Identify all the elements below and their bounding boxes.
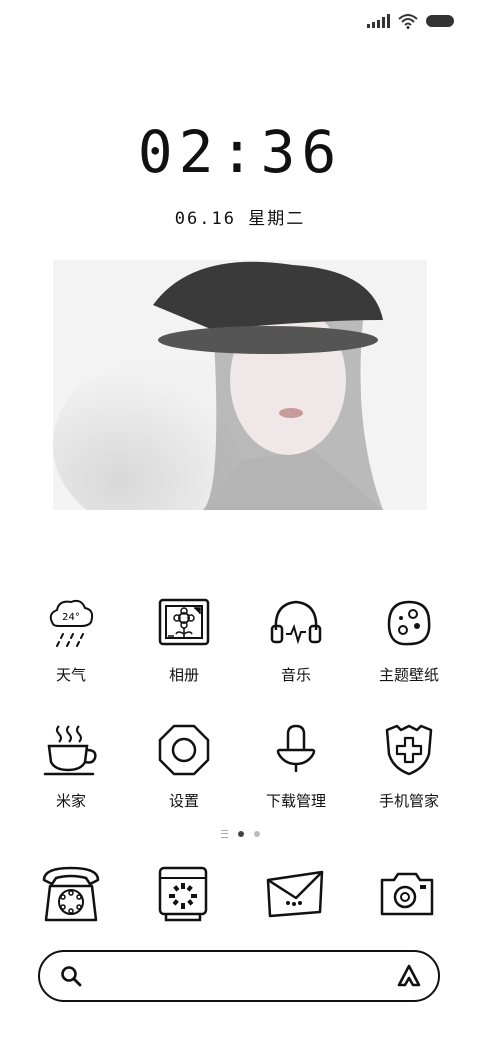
- app-settings[interactable]: 设置: [128, 720, 240, 811]
- page-dot[interactable]: [253, 831, 260, 837]
- app-label: 音乐: [280, 667, 311, 684]
- app-label: 相册: [168, 667, 199, 684]
- dock-messages[interactable]: [260, 862, 330, 928]
- app-music[interactable]: 音乐: [240, 594, 352, 685]
- assistant-icon[interactable]: [396, 963, 422, 989]
- settings-icon: [158, 724, 210, 776]
- gallery-icon: [158, 598, 210, 646]
- svg-text:24°: 24°: [62, 612, 80, 623]
- dock-camera[interactable]: [372, 862, 442, 928]
- music-icon: [270, 600, 322, 645]
- app-themes[interactable]: 主题壁纸: [353, 594, 465, 685]
- app-label: 天气: [55, 667, 86, 684]
- app-label: 下载管理: [265, 793, 326, 810]
- app-weather[interactable]: 24° 天气: [15, 594, 127, 685]
- app-security[interactable]: 手机管家: [353, 720, 465, 811]
- download-icon: [276, 724, 316, 772]
- page-indicator[interactable]: [0, 830, 480, 838]
- browser-icon: [158, 866, 208, 922]
- messages-icon: [266, 870, 324, 918]
- status-bar: [367, 10, 454, 32]
- search-input[interactable]: [110, 964, 394, 990]
- dock-phone[interactable]: [36, 862, 106, 928]
- search-bar[interactable]: [38, 950, 440, 1002]
- page-dot-active[interactable]: [237, 831, 244, 837]
- clock-time: 02:36: [137, 118, 343, 186]
- portrait-photo[interactable]: [53, 260, 427, 510]
- wifi-icon: [398, 14, 418, 29]
- security-icon: [385, 724, 433, 776]
- battery-icon: [426, 15, 454, 27]
- signal-icon: [367, 14, 390, 28]
- search-icon[interactable]: [60, 965, 82, 987]
- clock-date: 06.16 星期二: [174, 209, 306, 229]
- app-mijia[interactable]: 米家: [15, 720, 127, 811]
- weather-icon: 24°: [49, 599, 94, 647]
- phone-icon: [42, 866, 100, 922]
- app-label: 主题壁纸: [378, 667, 439, 684]
- themes-icon: [387, 600, 431, 646]
- app-label: 设置: [168, 793, 199, 810]
- app-download[interactable]: 下载管理: [240, 720, 352, 811]
- app-label: 米家: [55, 793, 86, 810]
- page-list-icon[interactable]: [220, 830, 228, 838]
- mijia-icon: [43, 725, 97, 776]
- app-gallery[interactable]: 相册: [128, 594, 240, 685]
- dock-browser[interactable]: [148, 862, 218, 928]
- camera-icon: [380, 872, 434, 916]
- app-label: 手机管家: [378, 793, 439, 810]
